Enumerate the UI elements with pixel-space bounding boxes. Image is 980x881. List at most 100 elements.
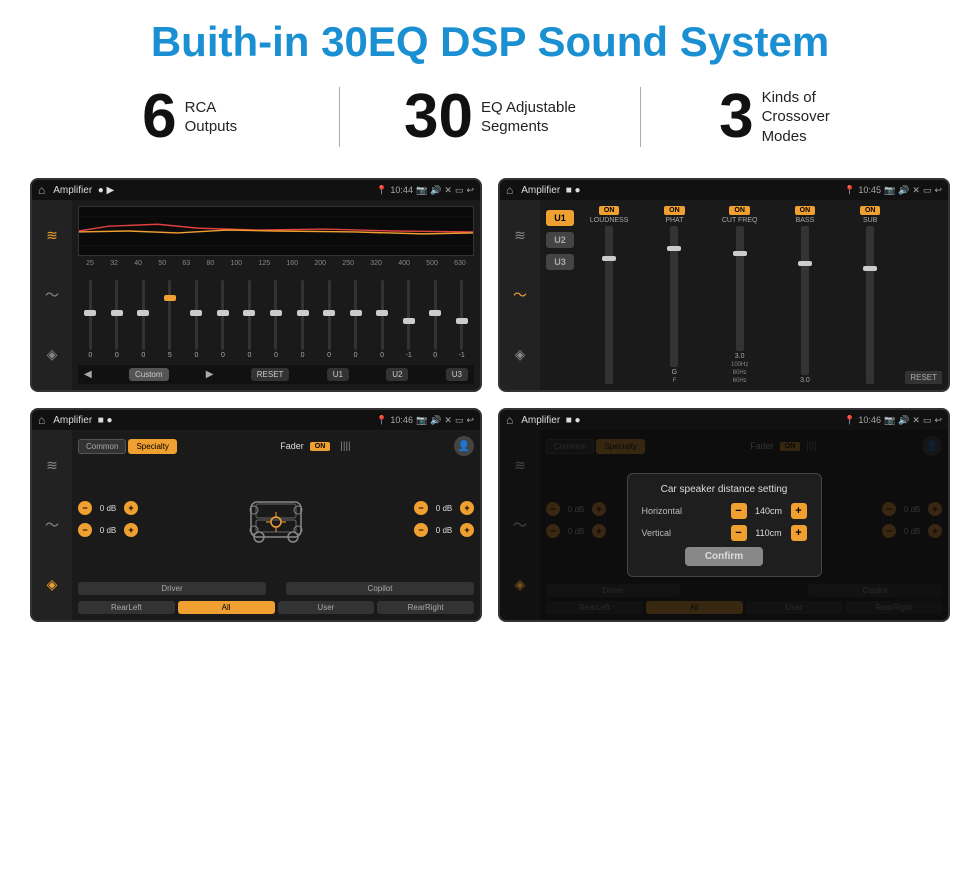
eq-thumb-2[interactable] <box>137 310 149 316</box>
eq-thumb-7[interactable] <box>270 310 282 316</box>
user-btn-3[interactable]: User <box>278 601 375 614</box>
phat-slider[interactable] <box>670 226 678 367</box>
eq-thumb-1[interactable] <box>111 310 123 316</box>
speaker-icon[interactable]: ◈ <box>47 346 58 363</box>
left-front-plus[interactable]: + <box>124 501 138 515</box>
u1-btn[interactable]: U1 <box>546 210 574 226</box>
fader-slider-indicator: |||| <box>340 441 350 452</box>
stat-eq-number: 30 <box>404 86 473 148</box>
phat-on-btn[interactable]: ON <box>664 206 685 215</box>
left-rear-minus[interactable]: − <box>78 523 92 537</box>
loudness-slider[interactable] <box>605 226 613 384</box>
copilot-btn-3[interactable]: Copilot <box>286 582 474 595</box>
eq-thumb-14[interactable] <box>456 318 468 324</box>
camera-icon-4: 📷 <box>884 415 895 426</box>
right-rear-minus[interactable]: − <box>414 523 428 537</box>
phat-thumb[interactable] <box>667 246 681 251</box>
eq-thumb-11[interactable] <box>376 310 388 316</box>
back-icon[interactable]: ↩ <box>466 185 474 196</box>
eq-reset-btn[interactable]: RESET <box>251 368 290 381</box>
camera-icon: 📷 <box>416 185 427 196</box>
wave-icon-2[interactable]: 〜 <box>513 285 527 305</box>
vertical-plus[interactable]: + <box>791 525 807 541</box>
distance-dialog: Car speaker distance setting Horizontal … <box>627 473 822 577</box>
tab-common-3[interactable]: Common <box>78 439 126 454</box>
bass-thumb[interactable] <box>798 261 812 266</box>
page-title: Buith-in 30EQ DSP Sound System <box>0 0 980 76</box>
tab-specialty-3[interactable]: Specialty <box>128 439 176 454</box>
bass-on-btn[interactable]: ON <box>795 206 816 215</box>
eq-icon-3[interactable]: ≋ <box>46 457 58 474</box>
horizontal-label: Horizontal <box>642 506 697 516</box>
home-icon-4[interactable]: ⌂ <box>506 413 513 427</box>
right-front-minus[interactable]: − <box>414 501 428 515</box>
right-rear-plus[interactable]: + <box>460 523 474 537</box>
next-arrow[interactable]: ▶ <box>206 369 214 380</box>
vertical-minus[interactable]: − <box>731 525 747 541</box>
eq-thumb-8[interactable] <box>297 310 309 316</box>
wave-icon-3[interactable]: 〜 <box>45 515 59 535</box>
left-front-minus[interactable]: − <box>78 501 92 515</box>
confirm-button[interactable]: Confirm <box>685 547 763 566</box>
right-front-plus[interactable]: + <box>460 501 474 515</box>
home-icon-2[interactable]: ⌂ <box>506 183 513 197</box>
speaker-icon-3[interactable]: ◈ <box>47 576 58 593</box>
eq-icon-2[interactable]: ≋ <box>514 227 526 244</box>
eq-thumb-9[interactable] <box>323 310 335 316</box>
back-icon-3[interactable]: ↩ <box>466 415 474 426</box>
u3-btn[interactable]: U3 <box>546 254 574 270</box>
screen3-body: ≋ 〜 ◈ Common Specialty Fader ON |||| 👤 <box>32 430 480 620</box>
eq-u3-btn[interactable]: U3 <box>446 368 468 381</box>
cutfreq-on-btn[interactable]: ON <box>729 206 750 215</box>
home-icon[interactable]: ⌂ <box>38 183 45 197</box>
vertical-row: Vertical − 110cm + <box>642 525 807 541</box>
rearleft-btn-3[interactable]: RearLeft <box>78 601 175 614</box>
home-icon-3[interactable]: ⌂ <box>38 413 45 427</box>
eq-thumb-10[interactable] <box>350 310 362 316</box>
driver-btn-3[interactable]: Driver <box>78 582 266 595</box>
wave-icon[interactable]: 〜 <box>45 285 59 305</box>
eq-u2-btn[interactable]: U2 <box>386 368 408 381</box>
eq-icon[interactable]: ≋ <box>46 227 58 244</box>
left-rear-plus[interactable]: + <box>124 523 138 537</box>
eq-thumb-12[interactable] <box>403 318 415 324</box>
horizontal-minus[interactable]: − <box>731 503 747 519</box>
back-icon-4[interactable]: ↩ <box>934 415 942 426</box>
window-icon: ▭ <box>455 185 464 196</box>
ctrl-loudness: ON LOUDNESS <box>578 206 640 384</box>
prev-arrow[interactable]: ◀ <box>84 369 92 380</box>
status-icons-2: 📍 10:45 📷 🔊 ✕ ▭ ↩ <box>844 185 942 196</box>
fader-on-btn[interactable]: ON <box>310 442 331 451</box>
status-bar-2: ⌂ Amplifier ■ ● 📍 10:45 📷 🔊 ✕ ▭ ↩ <box>500 180 948 200</box>
crossover-reset-btn[interactable]: RESET <box>905 371 942 384</box>
eq-thumb-13[interactable] <box>429 310 441 316</box>
fader-bottom-btns: Driver Copilot <box>78 582 474 595</box>
loudness-on-btn[interactable]: ON <box>599 206 620 215</box>
loudness-thumb[interactable] <box>602 256 616 261</box>
eq-thumb-6[interactable] <box>243 310 255 316</box>
profile-icon-3[interactable]: 👤 <box>454 436 474 456</box>
bass-slider[interactable] <box>801 226 809 375</box>
sub-slider[interactable] <box>866 226 874 384</box>
cutfreq-slider[interactable] <box>736 226 744 351</box>
eq-u1-btn[interactable]: U1 <box>327 368 349 381</box>
sub-thumb[interactable] <box>863 266 877 271</box>
back-icon-2[interactable]: ↩ <box>934 185 942 196</box>
cutfreq-thumb[interactable] <box>733 251 747 256</box>
u2-btn[interactable]: U2 <box>546 232 574 248</box>
all-btn-3[interactable]: All <box>178 601 275 614</box>
eq-thumb-5[interactable] <box>217 310 229 316</box>
eq-thumb-0[interactable] <box>84 310 96 316</box>
eq-main: 253240506380100125160200250320400500630 … <box>72 200 480 390</box>
screen-fader: ⌂ Amplifier ■ ● 📍 10:46 📷 🔊 ✕ ▭ ↩ ≋ 〜 ◈ <box>30 408 482 622</box>
speaker-icon-2[interactable]: ◈ <box>515 346 526 363</box>
location-icon-3: 📍 <box>376 415 387 426</box>
screen-eq: ⌂ Amplifier ● ▶ 📍 10:44 📷 🔊 ✕ ▭ ↩ ≋ 〜 ◈ <box>30 178 482 392</box>
eq-custom-btn[interactable]: Custom <box>129 368 169 381</box>
rearright-btn-3[interactable]: RearRight <box>377 601 474 614</box>
sub-on-btn[interactable]: ON <box>860 206 881 215</box>
eq-thumb-4[interactable] <box>190 310 202 316</box>
eq-thumb-3[interactable] <box>164 295 176 301</box>
ctrl-cutfreq: ON CUT FREQ 3.0 100Hz 80Hz 60Hz <box>709 206 771 384</box>
horizontal-plus[interactable]: + <box>791 503 807 519</box>
